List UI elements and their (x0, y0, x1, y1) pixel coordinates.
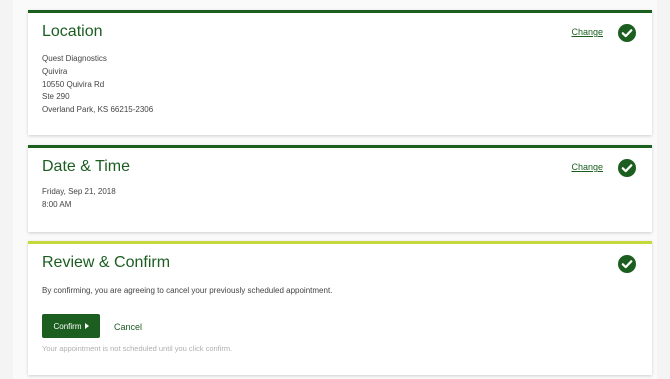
caret-right-icon (84, 323, 89, 329)
confirm-footnote: Your appointment is not scheduled until … (42, 344, 233, 353)
location-address: Quest Diagnostics Quivira 10550 Quivira … (42, 53, 153, 117)
datetime-card: Date & Time Change Friday, Sep 21, 2018 … (28, 145, 652, 232)
confirm-button[interactable]: Confirm (42, 314, 100, 338)
location-title: Location (42, 23, 103, 40)
address-line: Quest Diagnostics (42, 54, 107, 63)
appointment-datetime: Friday, Sep 21, 2018 8:00 AM (42, 186, 116, 212)
location-card: Location Change Quest Diagnostics Quivir… (28, 10, 652, 135)
cancel-link[interactable]: Cancel (114, 322, 142, 332)
address-line: 10550 Quivira Rd (42, 79, 105, 89)
address-line: Ste 290 (42, 92, 70, 102)
check-circle-icon (618, 255, 636, 273)
address-line: Quivira (42, 66, 68, 76)
datetime-change-link[interactable]: Change (571, 162, 603, 172)
address-line: Overland Park, KS 66215-2306 (42, 105, 154, 115)
datetime-title: Date & Time (42, 158, 131, 175)
appointment-date: Friday, Sep 21, 2018 (42, 187, 116, 196)
location-change-link[interactable]: Change (571, 27, 603, 37)
check-circle-icon (618, 159, 636, 177)
review-message: By confirming, you are agreeing to cance… (42, 286, 333, 295)
check-circle-icon (618, 24, 636, 42)
confirm-button-label: Confirm (53, 321, 82, 331)
appointment-time: 8:00 AM (42, 199, 72, 209)
review-title: Review & Confirm (42, 254, 171, 271)
review-confirm-card: Review & Confirm By confirming, you are … (28, 241, 652, 375)
